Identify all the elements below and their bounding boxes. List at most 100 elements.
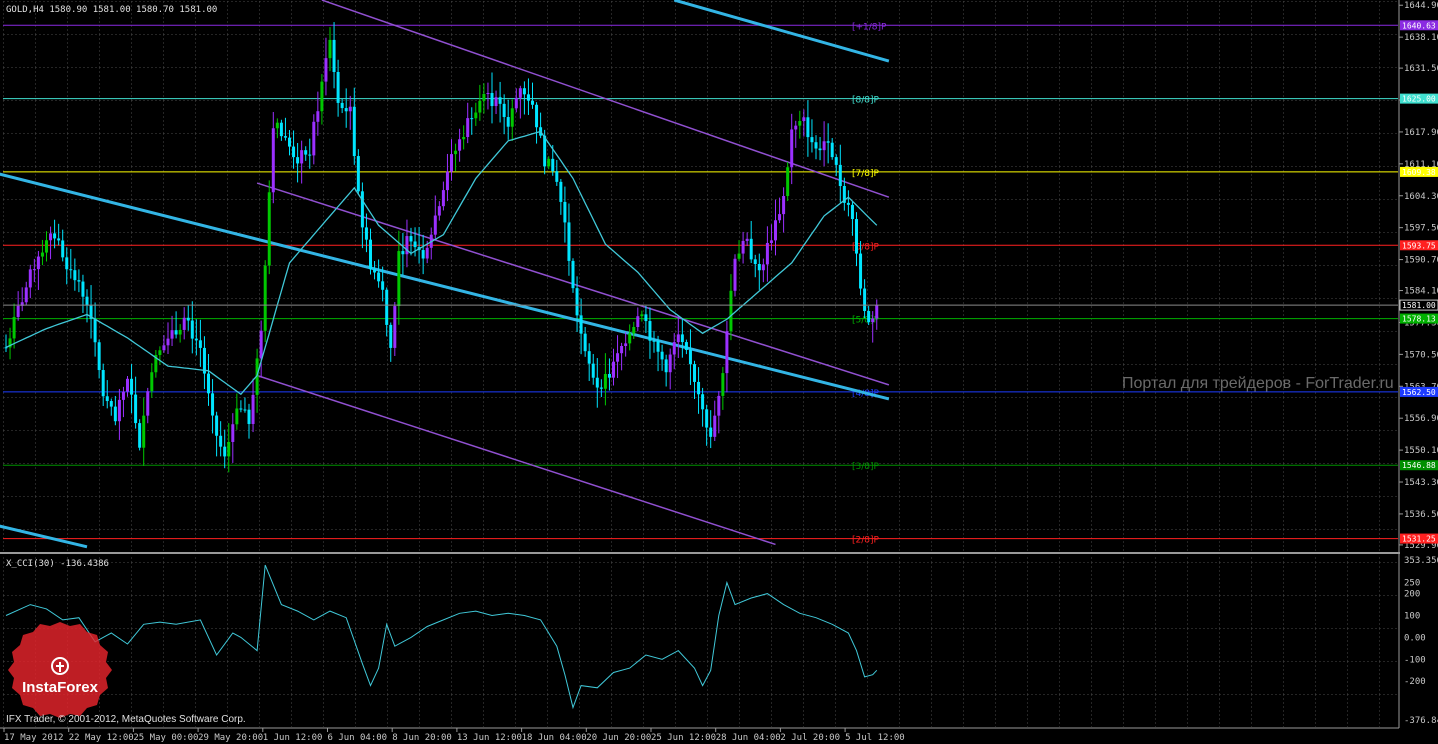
candle-body (182, 317, 186, 330)
candle-body (12, 316, 16, 339)
candle-body (61, 240, 65, 258)
candle-body (490, 93, 494, 107)
candle-body (531, 100, 534, 105)
candle-body (174, 330, 178, 335)
time-tick: 8 Jun 20:00 (392, 733, 452, 743)
candle-body (466, 118, 470, 137)
candle-body (660, 351, 664, 360)
cci-tick: -376.847 (1404, 716, 1438, 726)
candle-body (494, 97, 498, 107)
watermark-text: Портал для трейдеров - ForTrader.ru (1122, 375, 1394, 392)
candle-body (324, 58, 328, 82)
candle-body (567, 222, 571, 261)
candle-body (198, 340, 202, 348)
cci-pane[interactable]: X_CCI(30) -136.4386 353.356 250200 100 0.00… (3, 555, 1438, 727)
candle-body (721, 373, 725, 396)
price-tick: 1617.90 (1404, 128, 1438, 138)
price-pane[interactable]: [+1/8]P[8/8]P[7/8]P[6/8]P[5/8]P[4/8]P[3/… (0, 0, 1398, 551)
candle-body (247, 409, 251, 424)
candle-body (194, 338, 198, 341)
candle-body (121, 391, 125, 400)
candle-body (101, 370, 105, 397)
candle-body (765, 242, 769, 265)
candle-body (73, 270, 77, 281)
candle-body (624, 343, 628, 346)
metatrader-chart[interactable]: [+1/8]P[8/8]P[7/8]P[6/8]P[5/8]P[4/8]P[3/… (0, 0, 1438, 744)
price-tick: 1550.10 (1404, 446, 1438, 456)
candle-body (774, 220, 777, 241)
candle-body (551, 158, 555, 172)
time-tick: 20 Jun 20:00 (586, 733, 651, 743)
candle-body (356, 156, 360, 192)
candle-body (713, 415, 717, 437)
candle-body (850, 204, 854, 220)
candle-body (591, 363, 595, 378)
candle-body (462, 136, 466, 140)
candle-body (814, 142, 818, 149)
candle-body (806, 117, 810, 138)
candle-body (186, 317, 190, 321)
candle-body (656, 340, 660, 352)
candle-body (211, 393, 215, 416)
candle-body (818, 148, 822, 151)
candle-body (486, 93, 490, 95)
candle-body (369, 239, 372, 270)
candle-body (105, 396, 109, 402)
candle-body (757, 263, 761, 271)
candle-body (559, 181, 563, 202)
level-tag-text: 1546.88 (1402, 461, 1436, 470)
candle-body (397, 251, 401, 307)
candle-body (664, 359, 668, 373)
candle-body (360, 191, 364, 228)
candle-body (275, 122, 279, 129)
level-tag-text: 1640.63 (1402, 21, 1436, 30)
time-tick: 25 May 00:00 (133, 733, 198, 743)
candle-body (271, 128, 275, 193)
candle-body (482, 93, 486, 101)
candle-body (749, 238, 753, 260)
candle-body (579, 315, 583, 334)
candle-body (292, 146, 296, 158)
candle-body (717, 395, 721, 416)
candle-body (239, 408, 243, 410)
candle-body (166, 338, 170, 346)
instaforex-logo: InstaForex (8, 622, 112, 718)
candle-body (863, 288, 867, 312)
candle-body (243, 409, 247, 411)
candle-body (283, 136, 287, 138)
cci-tick: 100 (1404, 612, 1420, 622)
candle-body (620, 345, 624, 354)
price-tick: 1590.70 (1404, 256, 1438, 266)
candle-body (603, 373, 607, 389)
candle-body (308, 154, 312, 156)
candle-body (162, 345, 166, 351)
candle-body (93, 318, 97, 343)
copyright-text: IFX Trader, © 2001-2012, MetaQuotes Soft… (6, 714, 246, 725)
candle-body (778, 214, 782, 221)
candle-body (571, 260, 575, 289)
candle-body (583, 333, 587, 352)
candle-body (506, 117, 510, 127)
candle-body (830, 142, 834, 158)
time-tick: 5 Jul 12:00 (845, 733, 905, 743)
candle-body (458, 139, 462, 151)
level-axis-tags: 1640.63 1625.00 1609.38 1593.75 1578.13 1562.… (1400, 20, 1438, 544)
price-tick: 1644.90 (1404, 1, 1438, 11)
candle-body (113, 406, 117, 422)
candle-body (672, 342, 676, 355)
candle-body (575, 288, 579, 316)
candle-body (138, 423, 142, 448)
time-tick: 28 Jun 04:00 (716, 733, 781, 743)
candle-body (85, 296, 89, 306)
candle-body (871, 318, 875, 323)
candle-body (344, 108, 348, 112)
current-price-text: 1581.00 (1402, 301, 1436, 310)
candle-body (595, 377, 599, 388)
candle-body (385, 289, 389, 325)
candle-body (644, 314, 648, 322)
price-tick: 1631.50 (1404, 64, 1438, 74)
candle-body (150, 372, 154, 392)
candle-body (518, 88, 522, 98)
level-tag-text: 1531.25 (1402, 535, 1436, 544)
indicator-label: X_CCI(30) -136.4386 (6, 559, 109, 569)
